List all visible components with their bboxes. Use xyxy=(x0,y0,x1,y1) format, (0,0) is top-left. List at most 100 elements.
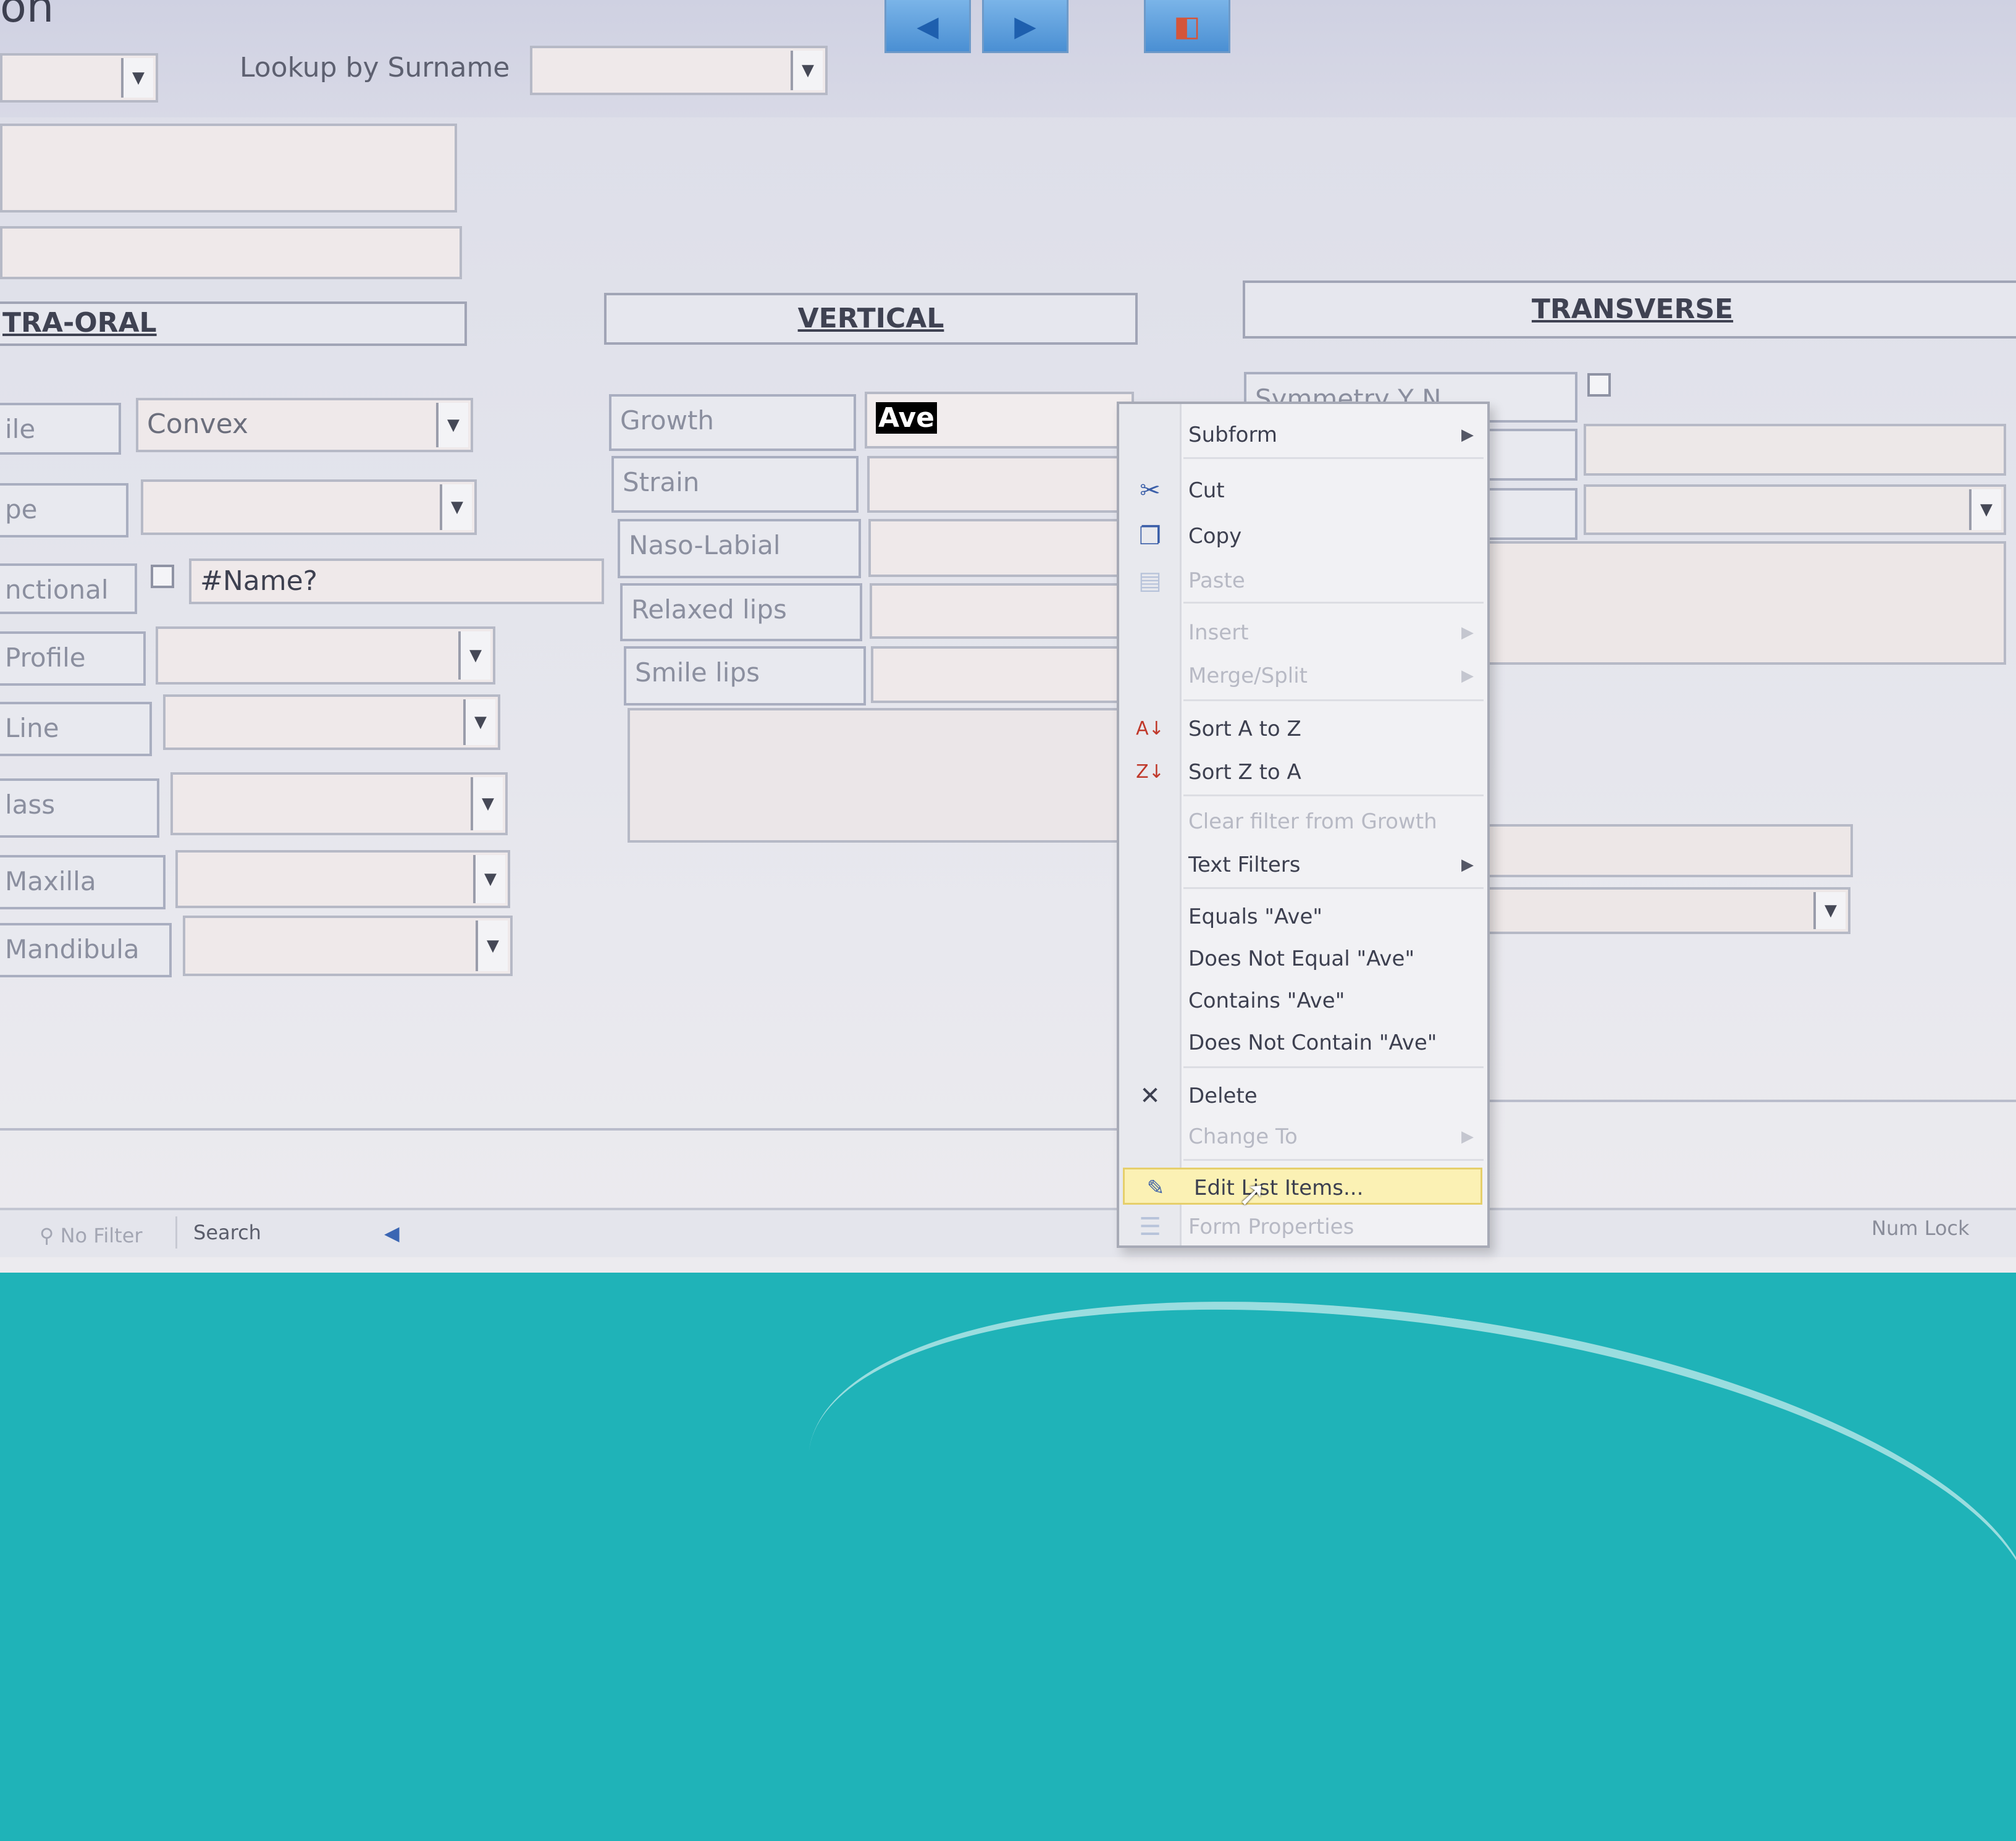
menu-item-cut[interactable]: ✂ Cut xyxy=(1119,472,1487,509)
extra-oral-combo-soft-profile[interactable]: ▼ xyxy=(156,626,495,685)
menu-separator xyxy=(1183,457,1484,459)
section-transverse: TRANSVERSE xyxy=(1243,280,2016,339)
extra-oral-combo-maxilla[interactable]: ▼ xyxy=(175,850,510,908)
vertical-field-naso-labial[interactable] xyxy=(868,519,1134,577)
menu-item-paste-label: Paste xyxy=(1188,568,1245,593)
menu-item-clear-filter-label: Clear filter from Growth xyxy=(1188,809,1437,834)
chevron-down-icon[interactable]: ▼ xyxy=(1969,489,2001,530)
chevron-down-icon[interactable]: ▼ xyxy=(463,699,495,745)
next-record-button[interactable]: ▶ xyxy=(982,0,1069,53)
record-combo[interactable]: ▼ xyxy=(0,53,158,103)
chevron-down-icon[interactable]: ▼ xyxy=(791,51,823,90)
chevron-down-icon[interactable]: ▼ xyxy=(1813,892,1846,929)
search-box[interactable]: Search xyxy=(175,1216,373,1249)
vertical-notes-textbox[interactable] xyxy=(628,708,1134,843)
menu-item-does-not-equal[interactable]: Does Not Equal "Ave" xyxy=(1119,940,1487,977)
lookup-surname-label: Lookup by Surname xyxy=(240,52,510,83)
menu-item-subform[interactable]: Subform ▶ xyxy=(1119,416,1487,453)
notes-textbox-1[interactable] xyxy=(0,124,457,213)
edit-list-icon: ✎ xyxy=(1146,1176,1165,1200)
filter-icon: ⚲ xyxy=(40,1224,61,1247)
menu-separator xyxy=(1183,699,1484,701)
vertical-field-relaxed-lips[interactable] xyxy=(870,583,1134,639)
menu-item-paste[interactable]: ▤ Paste xyxy=(1119,562,1487,599)
menu-item-does-not-contain-label: Does Not Contain "Ave" xyxy=(1188,1030,1437,1055)
extra-oral-label-functional: nctional xyxy=(0,563,137,614)
transverse-combo-5[interactable]: ▼ xyxy=(1482,887,1850,934)
extra-oral-combo-class[interactable]: ▼ xyxy=(170,772,508,835)
access-form-window: on ◀ ▶ ◧ ▼ Lookup by Surname ▼ TRA-ORAL … xyxy=(0,0,2016,1273)
vertical-field-growth[interactable]: Ave xyxy=(865,392,1134,449)
subform-border-right xyxy=(1482,1100,2016,1102)
chevron-down-icon[interactable]: ▼ xyxy=(471,777,503,830)
menu-item-sort-a-z-label: Sort A to Z xyxy=(1188,717,1301,741)
menu-item-equals[interactable]: Equals "Ave" xyxy=(1119,898,1487,935)
functional-checkbox[interactable] xyxy=(151,565,174,588)
chevron-down-icon[interactable]: ▼ xyxy=(458,631,490,680)
chevron-down-icon[interactable]: ▼ xyxy=(473,855,505,903)
exit-button[interactable]: ◧ xyxy=(1144,0,1230,53)
previous-record-button[interactable]: ◀ xyxy=(884,0,971,53)
paste-icon: ▤ xyxy=(1138,567,1162,595)
properties-icon: ☰ xyxy=(1139,1213,1161,1241)
subform-border xyxy=(0,1128,1124,1131)
scissors-icon: ✂ xyxy=(1140,476,1161,505)
scroll-left-button[interactable]: ◀ xyxy=(384,1221,400,1245)
menu-item-does-not-contain[interactable]: Does Not Contain "Ave" xyxy=(1119,1024,1487,1061)
vertical-field-strain[interactable] xyxy=(867,456,1134,513)
menu-item-edit-list-items-label: Edit List Items... xyxy=(1194,1176,1364,1200)
notes-textbox-2[interactable] xyxy=(0,226,462,279)
section-extra-oral-title: TRA-ORAL xyxy=(2,307,157,339)
menu-item-clear-filter[interactable]: Clear filter from Growth xyxy=(1119,803,1487,840)
extra-oral-label-type: pe xyxy=(0,483,128,537)
copy-icon: ❐ xyxy=(1139,522,1161,550)
menu-item-merge-split[interactable]: Merge/Split ▶ xyxy=(1119,657,1487,694)
functional-value: #Name? xyxy=(200,565,318,597)
chevron-down-icon[interactable]: ▼ xyxy=(440,484,472,530)
transverse-field-2[interactable] xyxy=(1584,424,2006,476)
transverse-field-4[interactable] xyxy=(1482,824,1853,877)
menu-item-copy-label: Copy xyxy=(1188,524,1242,549)
no-filter-indicator[interactable]: ⚲ No Filter xyxy=(40,1224,143,1247)
extra-oral-label-line: Line xyxy=(0,702,152,756)
extra-oral-combo-line[interactable]: ▼ xyxy=(163,694,500,750)
menu-item-sort-z-a-label: Sort Z to A xyxy=(1188,760,1301,785)
functional-textbox[interactable]: #Name? xyxy=(189,558,604,604)
submenu-arrow-icon: ▶ xyxy=(1461,623,1474,642)
form-title: on xyxy=(0,0,54,32)
menu-item-form-properties[interactable]: ☰ Form Properties xyxy=(1119,1208,1487,1245)
transverse-combo-3[interactable]: ▼ xyxy=(1584,484,2006,535)
vertical-label-strain: Strain xyxy=(611,456,859,513)
extra-oral-combo-mandibula[interactable]: ▼ xyxy=(183,916,513,976)
menu-separator xyxy=(1183,794,1484,796)
scroll-left-icon: ◀ xyxy=(384,1221,400,1245)
menu-item-text-filters[interactable]: Text Filters ▶ xyxy=(1119,846,1487,883)
chevron-down-icon[interactable]: ▼ xyxy=(476,921,508,971)
menu-item-sort-z-a[interactable]: Z↓ Sort Z to A xyxy=(1119,754,1487,791)
menu-separator xyxy=(1183,887,1484,889)
chevron-down-icon[interactable]: ▼ xyxy=(121,58,153,98)
submenu-arrow-icon: ▶ xyxy=(1461,1127,1474,1146)
menu-item-contains[interactable]: Contains "Ave" xyxy=(1119,982,1487,1019)
desktop-wallpaper-swoosh xyxy=(778,1232,2016,1841)
menu-item-form-properties-label: Form Properties xyxy=(1188,1215,1354,1239)
extra-oral-combo-type[interactable]: ▼ xyxy=(141,479,477,535)
menu-item-copy[interactable]: ❐ Copy xyxy=(1119,518,1487,555)
transverse-notes-textbox[interactable] xyxy=(1482,541,2006,665)
sort-desc-icon: Z↓ xyxy=(1136,761,1164,783)
menu-item-change-to[interactable]: Change To ▶ xyxy=(1119,1118,1487,1155)
vertical-field-smile-lips[interactable] xyxy=(871,646,1134,703)
lookup-surname-combo[interactable]: ▼ xyxy=(530,46,828,95)
chevron-down-icon[interactable]: ▼ xyxy=(436,403,468,447)
menu-item-edit-list-items[interactable]: ✎ Edit List Items... xyxy=(1123,1168,1482,1205)
menu-item-delete[interactable]: ✕ Delete xyxy=(1119,1077,1487,1114)
menu-item-delete-label: Delete xyxy=(1188,1084,1258,1108)
vertical-label-growth: Growth xyxy=(609,394,856,451)
menu-item-subform-label: Subform xyxy=(1188,423,1277,447)
menu-item-sort-a-z[interactable]: A↓ Sort A to Z xyxy=(1119,710,1487,748)
delete-x-icon: ✕ xyxy=(1140,1082,1161,1110)
extra-oral-combo-profile[interactable]: Convex ▼ xyxy=(136,398,473,452)
symmetry-checkbox[interactable] xyxy=(1587,373,1611,397)
transverse-label-2 xyxy=(1482,429,1577,481)
menu-item-insert[interactable]: Insert ▶ xyxy=(1119,614,1487,651)
